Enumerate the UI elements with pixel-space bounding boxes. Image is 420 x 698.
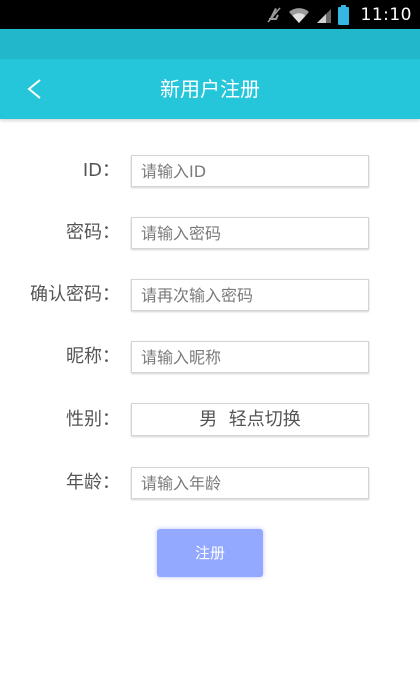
password-input[interactable] [131,217,369,249]
age-label: 年龄： [66,472,120,493]
id-input[interactable] [131,155,369,187]
id-row: ID： [0,154,420,188]
status-time: 11:10 [360,4,412,25]
gender-row: 性别： 男 轻点切换 [0,403,420,437]
password-label: 密码： [66,222,120,243]
nickname-label: 昵称： [66,346,120,367]
nickname-input[interactable] [131,341,369,373]
toolbar: 新用户注册 [0,59,420,119]
nickname-row: 昵称： [0,340,420,374]
password-row: 密码： [0,216,420,250]
gender-toggle-button[interactable]: 男 轻点切换 [131,403,369,436]
confirm-password-label: 确认密码： [30,284,120,305]
status-bar: 11:10 [0,0,420,29]
age-row: 年龄： [0,466,420,500]
status-icons: 11:10 [266,0,413,29]
wifi-icon [288,6,310,24]
gender-label: 性别： [66,409,120,430]
battery-icon [337,4,349,25]
confirm-password-input[interactable] [131,279,369,311]
age-input[interactable] [131,467,369,499]
mute-icon [266,6,282,24]
page-title: 新用户注册 [160,77,260,101]
app-header-strip [0,29,420,59]
confirm-password-row: 确认密码： [0,278,420,312]
register-button[interactable]: 注册 [157,529,263,577]
id-label: ID： [82,160,120,181]
signal-icon [316,6,332,24]
